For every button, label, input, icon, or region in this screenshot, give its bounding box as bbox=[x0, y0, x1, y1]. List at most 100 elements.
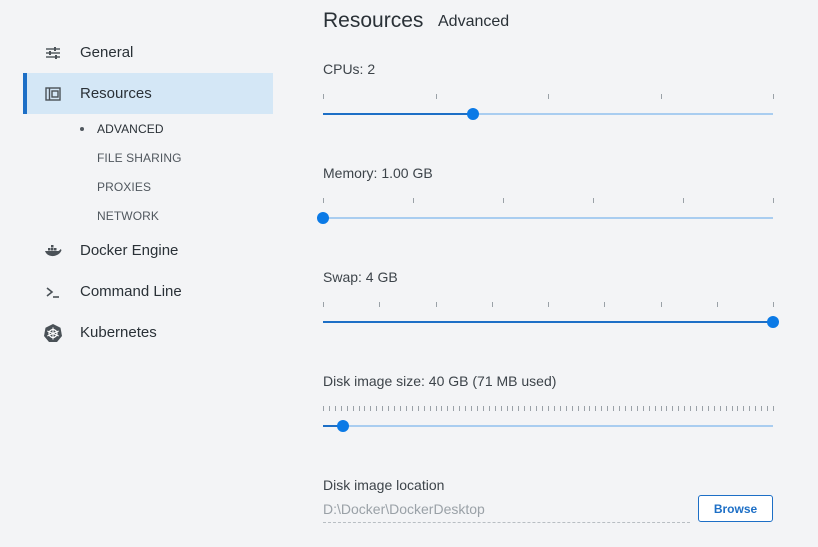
slider-tick bbox=[678, 406, 679, 411]
slider-tick bbox=[548, 94, 549, 99]
whale-icon bbox=[42, 241, 64, 261]
memory-label: Memory: 1.00 GB bbox=[323, 165, 433, 181]
slider-tick bbox=[524, 406, 525, 411]
slider-tick bbox=[512, 406, 513, 411]
slider-tick bbox=[447, 406, 448, 411]
subnav-file-sharing[interactable]: FILE SHARING bbox=[97, 151, 182, 165]
slider-tick bbox=[400, 406, 401, 411]
slider-tick bbox=[471, 406, 472, 411]
slider-tick bbox=[388, 406, 389, 411]
slider-tick bbox=[323, 198, 324, 203]
sidebar-item-label: Kubernetes bbox=[80, 324, 157, 341]
slider-tick bbox=[732, 406, 733, 411]
page-title: Resources bbox=[323, 9, 424, 32]
sidebar-item-label: Command Line bbox=[80, 283, 182, 300]
slider-tick bbox=[441, 406, 442, 411]
slider-tick bbox=[477, 406, 478, 411]
slider-tick bbox=[637, 406, 638, 411]
slider-tick bbox=[359, 406, 360, 411]
slider-ticks bbox=[323, 406, 774, 412]
slider-tick bbox=[560, 406, 561, 411]
slider-tick bbox=[690, 406, 691, 411]
slider-tick bbox=[702, 406, 703, 411]
sidebar-item-label: Docker Engine bbox=[80, 242, 179, 259]
slider-tick bbox=[503, 198, 504, 203]
slider-tick bbox=[382, 406, 383, 411]
slider-tick bbox=[548, 302, 549, 307]
sidebar-item-label: Resources bbox=[80, 85, 152, 102]
slider-tick bbox=[394, 406, 395, 411]
memory-slider[interactable] bbox=[317, 198, 774, 228]
slider-tick bbox=[643, 406, 644, 411]
slider-tick bbox=[436, 406, 437, 411]
slider-tick bbox=[584, 406, 585, 411]
slider-tick bbox=[364, 406, 365, 411]
slider-tick bbox=[323, 406, 324, 411]
slider-tick bbox=[542, 406, 543, 411]
slider-tick bbox=[717, 302, 718, 307]
slider-tick bbox=[655, 406, 656, 411]
sidebar-item-command-line[interactable]: Command Line bbox=[23, 271, 273, 312]
browse-button[interactable]: Browse bbox=[698, 495, 773, 522]
slider-track[interactable] bbox=[323, 425, 773, 427]
slider-thumb[interactable] bbox=[767, 316, 779, 328]
slider-tick bbox=[661, 406, 662, 411]
slider-tick bbox=[607, 406, 608, 411]
slider-fill bbox=[323, 113, 473, 115]
slider-tick bbox=[436, 302, 437, 307]
slider-tick bbox=[720, 406, 721, 411]
sidebar: General Resources ADVANCED FILE SHARING … bbox=[0, 0, 285, 547]
sidebar-item-kubernetes[interactable]: Kubernetes bbox=[23, 312, 273, 353]
slider-tick bbox=[413, 198, 414, 203]
slider-tick bbox=[773, 198, 774, 203]
slider-ticks bbox=[323, 198, 774, 204]
slider-tick bbox=[379, 302, 380, 307]
slider-tick bbox=[708, 406, 709, 411]
slider-tick bbox=[412, 406, 413, 411]
slider-thumb[interactable] bbox=[467, 108, 479, 120]
sidebar-item-general[interactable]: General bbox=[23, 32, 273, 73]
disk-size-slider[interactable] bbox=[323, 406, 774, 436]
slider-tick bbox=[572, 406, 573, 411]
active-bullet-icon bbox=[80, 127, 84, 131]
swap-slider[interactable] bbox=[323, 302, 779, 332]
slider-tick bbox=[489, 406, 490, 411]
slider-tick bbox=[424, 406, 425, 411]
slider-tick bbox=[661, 302, 662, 307]
slider-tick bbox=[619, 406, 620, 411]
slider-tick bbox=[696, 406, 697, 411]
slider-tick bbox=[376, 406, 377, 411]
slider-tick bbox=[566, 406, 567, 411]
slider-thumb[interactable] bbox=[337, 420, 349, 432]
slider-tick bbox=[323, 94, 324, 99]
resources-icon bbox=[42, 84, 64, 104]
slider-ticks bbox=[323, 302, 774, 308]
slider-tick bbox=[773, 94, 774, 99]
slider-fill bbox=[323, 321, 773, 323]
slider-tick bbox=[672, 406, 673, 411]
slider-tick bbox=[530, 406, 531, 411]
slider-tick bbox=[347, 406, 348, 411]
slider-tick bbox=[483, 406, 484, 411]
slider-tick bbox=[436, 94, 437, 99]
subnav-network[interactable]: NETWORK bbox=[97, 209, 159, 223]
disk-location-field[interactable]: D:\Docker\DockerDesktop bbox=[323, 499, 690, 523]
sidebar-item-resources[interactable]: Resources bbox=[23, 73, 273, 114]
slider-tick bbox=[518, 406, 519, 411]
slider-tick bbox=[353, 406, 354, 411]
slider-tick bbox=[761, 406, 762, 411]
slider-tick bbox=[370, 406, 371, 411]
slider-tick bbox=[593, 198, 594, 203]
slider-tick bbox=[625, 406, 626, 411]
slider-track[interactable] bbox=[323, 217, 773, 219]
cpus-slider[interactable] bbox=[323, 94, 774, 124]
slider-tick bbox=[459, 406, 460, 411]
slider-tick bbox=[335, 406, 336, 411]
subnav-advanced[interactable]: ADVANCED bbox=[97, 122, 164, 136]
slider-tick bbox=[737, 406, 738, 411]
slider-thumb[interactable] bbox=[317, 212, 329, 224]
slider-tick bbox=[329, 406, 330, 411]
subnav-proxies[interactable]: PROXIES bbox=[97, 180, 151, 194]
sidebar-item-docker-engine[interactable]: Docker Engine bbox=[23, 230, 273, 271]
slider-tick bbox=[749, 406, 750, 411]
